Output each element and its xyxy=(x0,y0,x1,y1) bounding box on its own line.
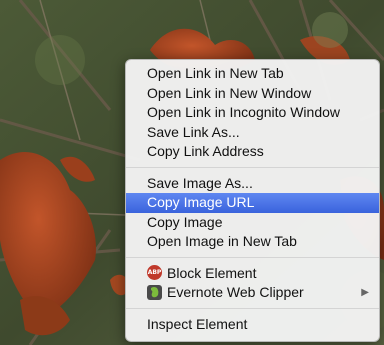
menu-item-open-link-incognito[interactable]: Open Link in Incognito Window xyxy=(126,103,379,123)
menu-item-copy-image-url[interactable]: Copy Image URL xyxy=(126,193,379,213)
menu-separator xyxy=(126,166,379,168)
submenu-arrow-icon: ▶ xyxy=(361,287,369,298)
menu-item-label: Block Element xyxy=(167,264,257,281)
menu-item-open-link-new-tab[interactable]: Open Link in New Tab xyxy=(126,64,379,84)
menu-separator xyxy=(126,307,379,309)
menu-item-inspect-element[interactable]: Inspect Element xyxy=(126,315,379,335)
menu-item-save-link-as[interactable]: Save Link As... xyxy=(126,123,379,143)
menu-item-block-element[interactable]: ABP Block Element xyxy=(126,264,379,284)
evernote-icon xyxy=(147,284,162,300)
menu-separator xyxy=(126,256,379,258)
context-menu: Open Link in New Tab Open Link in New Wi… xyxy=(125,59,380,342)
menu-item-copy-image[interactable]: Copy Image xyxy=(126,213,379,233)
menu-item-open-link-new-window[interactable]: Open Link in New Window xyxy=(126,84,379,104)
adblock-icon: ABP xyxy=(147,265,162,281)
menu-item-evernote-web-clipper[interactable]: Evernote Web Clipper ▶ xyxy=(126,283,379,303)
menu-item-save-image-as[interactable]: Save Image As... xyxy=(126,174,379,194)
menu-item-open-image-new-tab[interactable]: Open Image in New Tab xyxy=(126,232,379,252)
menu-item-label: Evernote Web Clipper xyxy=(167,284,304,300)
menu-item-copy-link-address[interactable]: Copy Link Address xyxy=(126,142,379,162)
